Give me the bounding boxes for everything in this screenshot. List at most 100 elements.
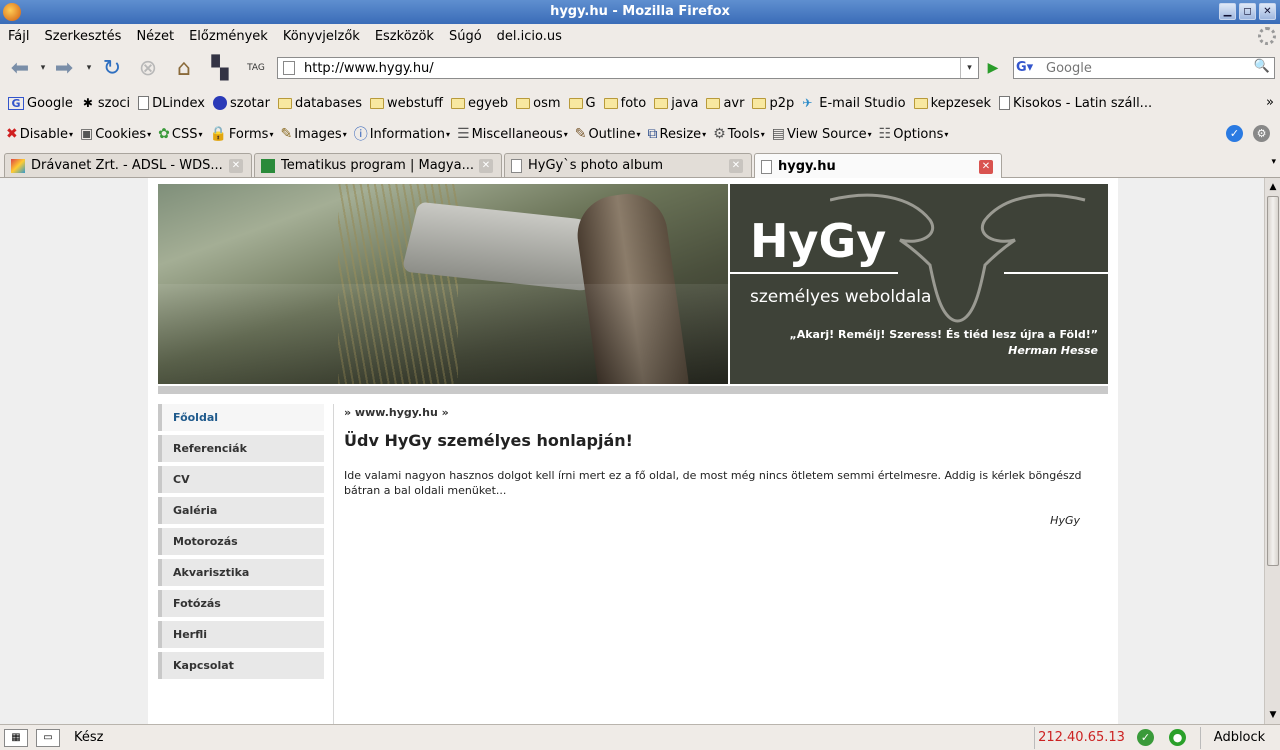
menu-view[interactable]: Nézet (136, 29, 174, 44)
page-container: HyGy személyes weboldala „Akarj! Remélj!… (148, 178, 1118, 724)
tab-dravanet[interactable]: Drávanet Zrt. - ADSL - WDS... ✕ (4, 153, 252, 177)
site-nav-item[interactable]: Herfli (158, 621, 324, 648)
bookmark-item[interactable]: G Google (8, 96, 73, 111)
url-bar[interactable]: http://www.hygy.hu/ ▾ (277, 57, 979, 79)
menu-tools[interactable]: Eszközök (375, 29, 434, 44)
search-bar[interactable]: G▾ 🔍 (1013, 57, 1275, 79)
adblock-button[interactable]: Adblock (1200, 727, 1278, 749)
reload-icon[interactable]: ↻ (98, 54, 126, 82)
bookmark-item[interactable]: G (568, 95, 596, 111)
menu-bookmarks[interactable]: Könyvjelzők (283, 29, 360, 44)
html-validator-icon[interactable]: ✓ (1137, 729, 1154, 746)
devtool-icon: ✿ (158, 126, 170, 142)
url-dropdown-icon[interactable]: ▾ (960, 58, 978, 78)
site-nav-item[interactable]: Motorozás (158, 528, 324, 555)
url-text[interactable]: http://www.hygy.hu/ (304, 61, 434, 76)
devtool-miscellaneous-menu[interactable]: ☰ Miscellaneous ▾ (457, 126, 568, 142)
dropdown-arrow-icon: ▾ (563, 129, 568, 139)
site-nav-item[interactable]: Kapcsolat (158, 652, 324, 679)
screenshot-icon[interactable]: ▚ (206, 54, 234, 82)
vertical-scrollbar[interactable]: ▲ ▼ (1264, 178, 1280, 724)
bookmark-item[interactable]: osm (516, 96, 561, 111)
scroll-down-icon[interactable]: ▼ (1267, 708, 1279, 722)
more-bookmarks-icon[interactable]: » (1266, 95, 1274, 110)
ok-status-icon[interactable]: ● (1169, 729, 1186, 746)
menu-delicious[interactable]: del.icio.us (497, 29, 562, 44)
site-nav-item[interactable]: Referenciák (158, 435, 324, 462)
scroll-thumb[interactable] (1267, 196, 1279, 566)
bookmark-item[interactable]: ✱ szoci (81, 96, 130, 111)
bookmark-item[interactable]: ✈ E-mail Studio (802, 96, 905, 111)
settings-icon[interactable]: ⚙ (1253, 125, 1270, 142)
breadcrumb[interactable]: » www.hygy.hu » (344, 406, 1094, 419)
bookmark-item[interactable]: szotar (212, 96, 270, 111)
devtool-options-menu[interactable]: ☷ Options ▾ (879, 126, 949, 142)
bookmark-item[interactable]: avr (706, 96, 744, 111)
forward-dropdown-icon[interactable]: ▾ (84, 54, 94, 82)
maximize-button[interactable]: ◻ (1239, 3, 1256, 20)
tag-icon[interactable]: TAG (242, 54, 270, 82)
tab-tematikus[interactable]: Tematikus program | Magya... ✕ (254, 153, 502, 177)
menu-help[interactable]: Súgó (449, 29, 482, 44)
close-tab-icon[interactable]: ✕ (979, 159, 993, 174)
devtool-images-menu[interactable]: ✎ Images ▾ (280, 126, 346, 142)
scroll-up-icon[interactable]: ▲ (1267, 180, 1279, 194)
back-icon[interactable]: ⬅ (6, 54, 34, 82)
search-icon[interactable]: 🔍 (1252, 59, 1272, 77)
close-tab-icon[interactable]: ✕ (729, 158, 743, 173)
forward-icon[interactable]: ➡ (50, 54, 78, 82)
devtool-view-source-menu[interactable]: ▤ View Source ▾ (772, 126, 872, 142)
devtool-information-menu[interactable]: ⓘ Information ▾ (354, 124, 450, 144)
close-tab-icon[interactable]: ✕ (479, 158, 493, 173)
devtool-icon: ✎ (574, 126, 587, 142)
folder-icon (568, 97, 583, 109)
devtool-icon: ▤ (771, 126, 786, 142)
site-nav-item[interactable]: Fotózás (158, 590, 324, 617)
devtool-css-menu[interactable]: ✿ CSS ▾ (158, 126, 202, 142)
sidebar-toggle-icon[interactable]: ▦ (4, 729, 28, 747)
bookmark-item[interactable]: DLindex (138, 96, 205, 111)
menu-edit[interactable]: Szerkesztés (44, 29, 121, 44)
site-nav-item[interactable]: Akvarisztika (158, 559, 324, 586)
tab-list-dropdown-icon[interactable]: ▾ (1271, 157, 1276, 167)
ruler-icon[interactable]: ▭ (36, 729, 60, 747)
google-engine-icon[interactable]: G▾ (1016, 60, 1044, 76)
bookmark-item[interactable]: java (654, 96, 698, 111)
devtool-disable-menu[interactable]: ✖ Disable ▾ (6, 126, 73, 142)
bookmark-item[interactable]: Kisokos - Latin száll... (999, 96, 1152, 111)
site-nav-item[interactable]: CV (158, 466, 324, 493)
close-tab-icon[interactable]: ✕ (229, 158, 243, 173)
minimize-button[interactable]: ▁ (1219, 3, 1236, 20)
bookmark-item[interactable]: webstuff (370, 96, 443, 111)
menu-history[interactable]: Előzmények (189, 29, 268, 44)
devtool-tools-menu[interactable]: ⚙ Tools ▾ (713, 126, 765, 142)
search-input[interactable] (1046, 60, 1246, 76)
devtool-forms-menu[interactable]: 🔒 Forms ▾ (209, 126, 273, 142)
tab-hygy[interactable]: hygy.hu ✕ (754, 153, 1002, 179)
home-icon[interactable]: ⌂ (170, 54, 198, 82)
bug-icon: ✱ (82, 96, 93, 110)
bookmark-item[interactable]: p2p (752, 96, 794, 111)
devtool-cookies-menu[interactable]: ▣ Cookies ▾ (80, 126, 151, 142)
site-nav-item[interactable]: Galéria (158, 497, 324, 524)
site-nav-item[interactable]: Főoldal (158, 404, 324, 431)
devtool-label: Disable (19, 126, 68, 142)
bookmark-label: Kisokos - Latin száll... (1013, 95, 1153, 111)
devtool-icon: ✖ (6, 126, 18, 142)
devtool-resize-menu[interactable]: ⧉ Resize ▾ (648, 126, 707, 142)
bookmark-item[interactable]: kepzesek (913, 96, 991, 111)
google-icon: G (8, 96, 24, 110)
devtool-label: Forms (228, 126, 269, 142)
bookmark-item[interactable]: databases (277, 96, 362, 111)
bookmark-label: G (585, 95, 596, 111)
bookmark-item[interactable]: egyeb (450, 96, 508, 111)
menu-file[interactable]: Fájl (8, 29, 29, 44)
stop-icon[interactable]: ⊗ (134, 54, 162, 82)
devtool-outline-menu[interactable]: ✎ Outline ▾ (575, 126, 641, 142)
close-window-button[interactable]: ✕ (1259, 3, 1276, 20)
bookmark-item[interactable]: foto (603, 96, 646, 111)
back-dropdown-icon[interactable]: ▾ (38, 54, 48, 82)
tab-photo-album[interactable]: HyGy`s photo album ✕ (504, 153, 752, 177)
go-icon[interactable]: ▶ (982, 58, 1004, 78)
check-icon[interactable]: ✓ (1226, 125, 1243, 142)
